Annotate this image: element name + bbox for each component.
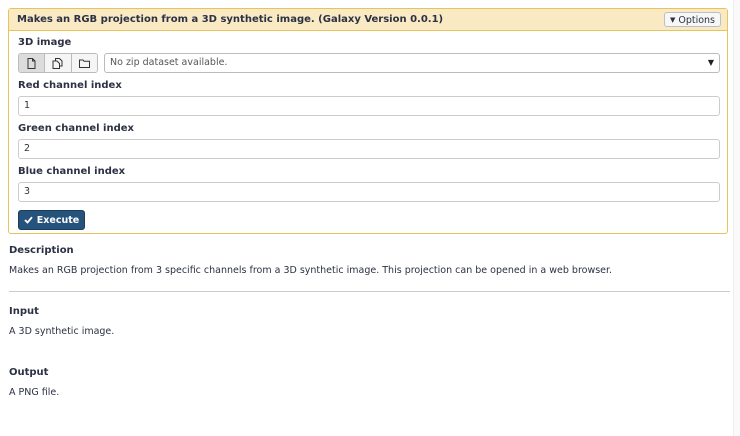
folder-icon (78, 59, 90, 68)
image-select-value: No zip dataset available. (110, 57, 228, 68)
red-channel-input[interactable]: 1 (18, 96, 720, 116)
input-text: A 3D synthetic image. (9, 326, 115, 337)
description-text: Makes an RGB projection from 3 specific … (9, 265, 613, 276)
blue-channel-label: Blue channel index (18, 166, 126, 177)
scrollbar[interactable] (733, 0, 740, 436)
tool-title: Makes an RGB projection from a 3D synthe… (17, 14, 444, 25)
caret-down-icon: ▼ (669, 16, 676, 24)
options-label: Options (678, 15, 715, 26)
image-label: 3D image (18, 37, 72, 48)
red-channel-label: Red channel index (18, 80, 122, 91)
collection-button[interactable] (71, 54, 97, 72)
divider (9, 291, 730, 292)
description-heading: Description (9, 245, 74, 256)
tool-form-header: Makes an RGB projection from a 3D synthe… (9, 9, 727, 31)
image-dataset-select[interactable]: No zip dataset available. ▼ (104, 53, 720, 73)
green-channel-label: Green channel index (18, 123, 134, 134)
check-icon (24, 216, 33, 224)
multiple-datasets-button[interactable] (45, 54, 72, 72)
file-icon (27, 57, 36, 69)
output-heading: Output (9, 367, 49, 378)
blue-channel-input[interactable]: 3 (18, 182, 720, 202)
caret-down-icon: ▼ (707, 58, 714, 67)
execute-button[interactable]: Execute (18, 210, 85, 230)
options-button[interactable]: ▼ Options (663, 12, 721, 27)
green-channel-input[interactable]: 2 (18, 139, 720, 159)
single-dataset-button[interactable] (19, 54, 46, 72)
dataset-mode-toggle (18, 53, 98, 73)
input-heading: Input (9, 306, 39, 317)
tool-form-panel: Makes an RGB projection from a 3D synthe… (8, 8, 728, 234)
execute-label: Execute (36, 214, 80, 226)
output-text: A PNG file. (9, 387, 60, 398)
copy-icon (52, 57, 63, 69)
